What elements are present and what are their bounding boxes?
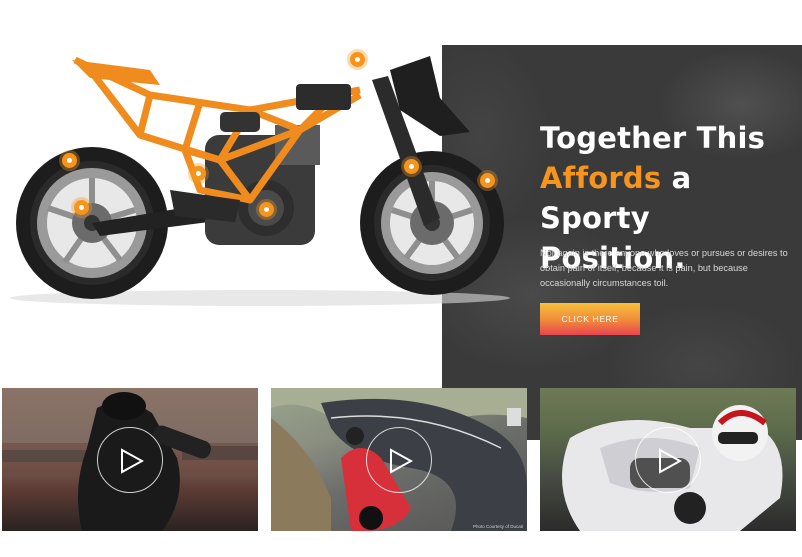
hotspot-fork[interactable] <box>404 159 419 174</box>
hero-paragraph: Nor again is there anyone who loves or p… <box>540 248 788 288</box>
hotspot-rear-brake[interactable] <box>74 200 89 215</box>
play-button[interactable] <box>97 426 163 493</box>
video-thumbnail-2[interactable]: Photo Courtesy of Ducati <box>271 388 527 531</box>
play-button[interactable] <box>366 426 432 493</box>
play-icon <box>121 447 144 474</box>
headline-accent: Affords <box>540 161 662 195</box>
hotspot-handlebar[interactable] <box>350 52 365 67</box>
play-icon <box>390 447 413 474</box>
hotspot-shock[interactable] <box>191 166 206 181</box>
motorcycle-image <box>10 56 510 306</box>
headline-line-1: Together This <box>540 121 766 155</box>
hotspot-rear-tire[interactable] <box>62 153 77 168</box>
play-icon <box>659 447 682 474</box>
click-here-button[interactable]: CLICK HERE <box>540 303 640 335</box>
play-button[interactable] <box>635 426 701 493</box>
page: Together This Affords a Sporty Position.… <box>0 0 802 557</box>
hotspot-engine[interactable] <box>259 202 274 217</box>
photo-credit: Photo Courtesy of Ducati <box>472 524 523 529</box>
video-thumbnail-3[interactable] <box>540 388 796 531</box>
hotspot-front-brake[interactable] <box>480 173 495 188</box>
video-thumbnail-1[interactable] <box>2 388 258 531</box>
